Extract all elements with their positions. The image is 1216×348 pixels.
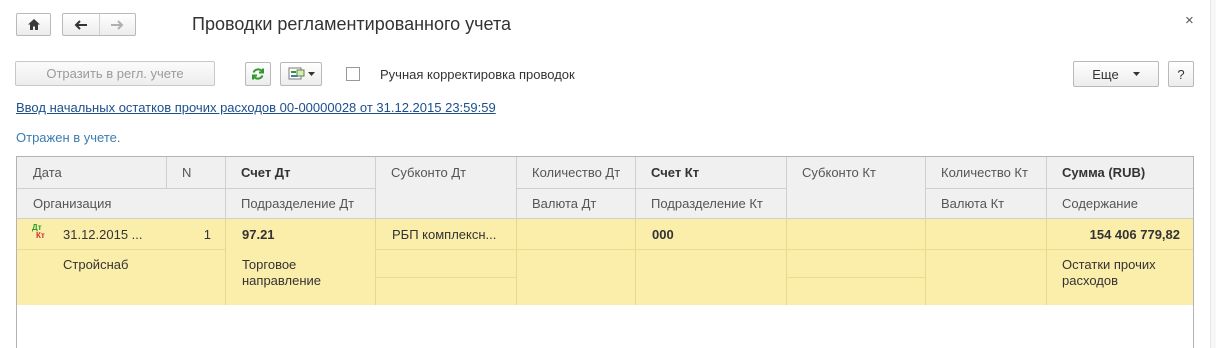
arrow-left-icon — [74, 19, 87, 30]
status-text: Отражен в учете. — [16, 130, 121, 145]
col-header-content[interactable]: Содержание — [1046, 188, 1193, 219]
cell-dept-dt[interactable]: Торговое направление — [242, 257, 342, 289]
cell-account-kt[interactable]: 000 — [652, 227, 777, 242]
close-icon[interactable]: × — [1185, 12, 1194, 29]
col-header-currency-kt[interactable]: Валюта Кт — [925, 188, 1046, 219]
help-button[interactable]: ? — [1168, 61, 1194, 87]
cell-date[interactable]: 31.12.2015 ... — [63, 227, 173, 242]
home-icon — [27, 19, 40, 30]
refresh-button[interactable] — [245, 62, 271, 86]
col-header-account-dt[interactable]: Счет Дт — [225, 157, 375, 188]
col-header-org[interactable]: Организация — [17, 188, 225, 219]
document-link[interactable]: Ввод начальных остатков прочих расходов … — [16, 100, 496, 115]
cell-account-dt[interactable]: 97.21 — [242, 227, 367, 242]
col-header-subconto-dt[interactable]: Субконто Дт — [375, 157, 516, 188]
report-menu-button[interactable] — [280, 62, 322, 86]
col-header-account-kt[interactable]: Счет Кт — [635, 157, 786, 188]
manual-correction-label: Ручная корректировка проводок — [380, 67, 575, 82]
posting-dt-kt-icon: Дт Кт — [32, 224, 48, 242]
chevron-down-icon — [307, 72, 315, 76]
page-title: Проводки регламентированного учета — [192, 14, 512, 34]
chevron-down-icon — [1132, 72, 1140, 76]
col-header-dept-dt[interactable]: Подразделение Дт — [225, 188, 375, 219]
more-menu-button[interactable]: Еще — [1073, 61, 1159, 87]
col-header-currency-dt[interactable]: Валюта Дт — [516, 188, 635, 219]
arrow-right-icon — [111, 19, 124, 30]
manual-correction-checkbox[interactable] — [346, 67, 360, 81]
cell-content[interactable]: Остатки прочих расходов — [1062, 257, 1172, 289]
cell-org[interactable]: Стройснаб — [63, 257, 213, 272]
home-button[interactable] — [16, 13, 51, 36]
forward-button[interactable] — [98, 14, 135, 35]
cell-amount[interactable]: 154 406 779,82 — [1049, 227, 1180, 242]
posting-icon-kt: Кт — [36, 231, 45, 240]
refresh-icon — [252, 68, 264, 80]
col-header-dept-kt[interactable]: Подразделение Кт — [635, 188, 786, 219]
post-to-regulated-accounting-button[interactable]: Отразить в регл. учете — [15, 61, 215, 86]
col-header-n[interactable]: N — [166, 157, 225, 188]
col-header-qty-dt[interactable]: Количество Дт — [516, 157, 635, 188]
postings-table[interactable]: Дата N Счет Дт Субконто Дт Количество Дт… — [16, 156, 1194, 348]
col-header-qty-kt[interactable]: Количество Кт — [925, 157, 1046, 188]
col-header-date[interactable]: Дата — [17, 157, 166, 188]
table-row[interactable]: Дт Кт 31.12.2015 ... 1 97.21 РБП комплек… — [17, 219, 1193, 305]
col-header-subconto-kt[interactable]: Субконто Кт — [786, 157, 925, 188]
back-button[interactable] — [63, 14, 99, 35]
cell-subconto-dt[interactable]: РБП комплексн... — [392, 227, 514, 242]
history-nav — [62, 13, 136, 36]
cell-n[interactable]: 1 — [166, 227, 211, 242]
window-right-edge — [1210, 0, 1216, 348]
table-header: Дата N Счет Дт Субконто Дт Количество Дт… — [17, 157, 1193, 219]
more-menu-label: Еще — [1092, 66, 1119, 82]
col-header-amount[interactable]: Сумма (RUB) — [1046, 157, 1193, 188]
report-dropdown-icon — [288, 67, 304, 80]
